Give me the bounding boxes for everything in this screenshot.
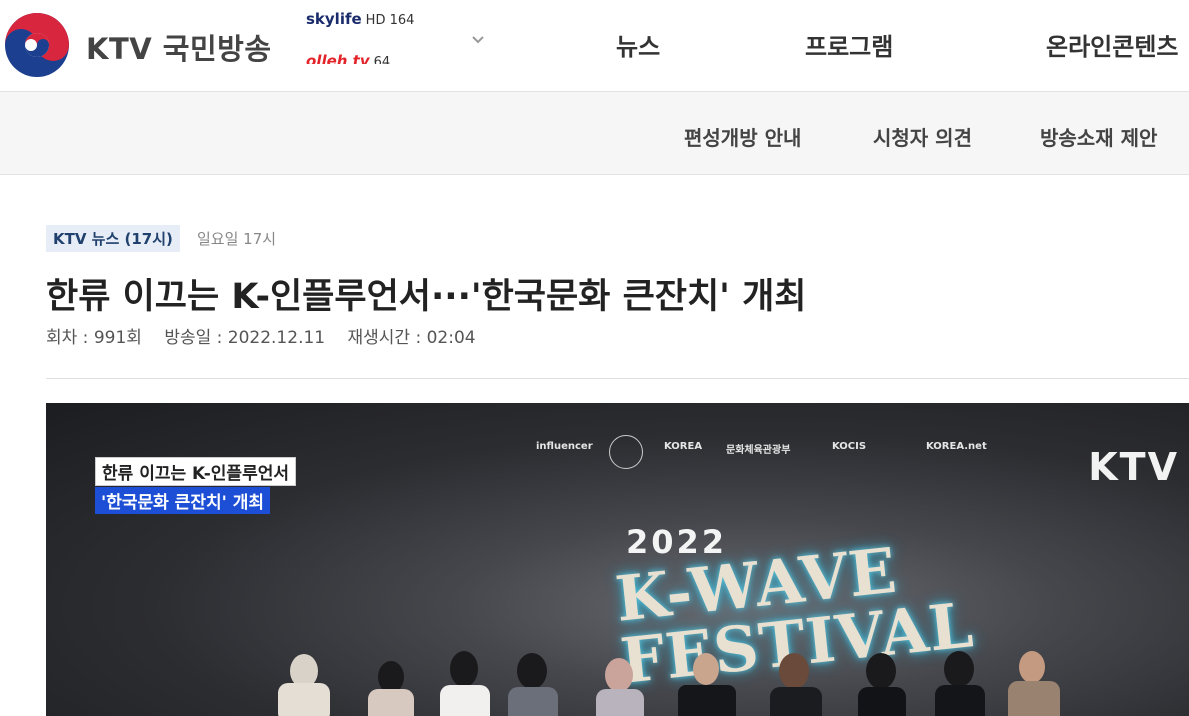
sponsor-logo-koreanet: KOREA.net bbox=[926, 441, 987, 452]
caption-line-2: '한국문화 큰잔치' 개최 bbox=[95, 487, 271, 514]
ktv-taegeuk-logo-icon[interactable] bbox=[4, 12, 70, 78]
channel-brand: olleh tv bbox=[306, 52, 370, 64]
duration: 재생시간 : 02:04 bbox=[347, 328, 476, 348]
channel-number: HD 164 bbox=[365, 13, 415, 28]
channel-skylife: skylife HD 164 bbox=[306, 10, 414, 28]
program-badge[interactable]: KTV 뉴스 (17시) bbox=[46, 225, 180, 252]
nav-news[interactable]: 뉴스 bbox=[616, 27, 660, 62]
article-title: 한류 이끄는 K-인플루언서···'한국문화 큰잔치' 개최 bbox=[46, 277, 807, 317]
chevron-down-icon[interactable] bbox=[470, 31, 486, 47]
nav-online-content[interactable]: 온라인콘텐츠 bbox=[1046, 27, 1178, 62]
site-logo-text[interactable]: KTV 국민방송 bbox=[86, 26, 272, 68]
episode-number: 회차 : 991회 bbox=[46, 328, 142, 348]
sponsor-logo-korea: KOREA bbox=[664, 441, 703, 452]
sponsor-logo-influencer: influencer bbox=[536, 441, 593, 452]
broadcast-day: 일요일 17시 bbox=[197, 230, 277, 248]
sponsor-logo-ministry: 문화체육관광부 bbox=[726, 445, 791, 456]
sponsor-seal-icon bbox=[609, 435, 643, 469]
channel-number: 64 bbox=[373, 55, 391, 64]
channel-brand: skylife bbox=[306, 10, 362, 28]
air-date: 방송일 : 2022.12.11 bbox=[164, 328, 326, 348]
stage-people-silhouettes bbox=[278, 651, 1060, 716]
divider bbox=[46, 378, 1189, 379]
video-caption: 한류 이끄는 K-인플루언서 '한국문화 큰잔치' 개최 bbox=[95, 457, 296, 514]
video-player[interactable]: 한류 이끄는 K-인플루언서 '한국문화 큰잔치' 개최 influencer … bbox=[46, 403, 1189, 716]
ktv-watermark: KTV bbox=[1088, 445, 1179, 489]
nav-programs[interactable]: 프로그램 bbox=[805, 27, 893, 62]
article-meta: 회차 : 991회 방송일 : 2022.12.11 재생시간 : 02:04 bbox=[46, 323, 493, 348]
channel-olleh: olleh tv 64 bbox=[306, 52, 390, 64]
sponsor-logo-kocis: KOCIS bbox=[832, 441, 867, 452]
subnav-viewer-opinion[interactable]: 시청자 의견 bbox=[873, 122, 972, 151]
subnav-topic-suggestion[interactable]: 방송소재 제안 bbox=[1040, 122, 1157, 151]
channel-list[interactable]: skylife HD 164 olleh tv 64 bbox=[306, 6, 456, 64]
sub-navigation: 편성개방 안내 시청자 의견 방송소재 제안 bbox=[0, 92, 1189, 175]
site-header: KTV 국민방송 skylife HD 164 olleh tv 64 뉴스 프로그… bbox=[0, 0, 1189, 92]
caption-line-1: 한류 이끄는 K-인플루언서 bbox=[95, 457, 296, 486]
subnav-schedule-guide[interactable]: 편성개방 안내 bbox=[684, 122, 801, 151]
